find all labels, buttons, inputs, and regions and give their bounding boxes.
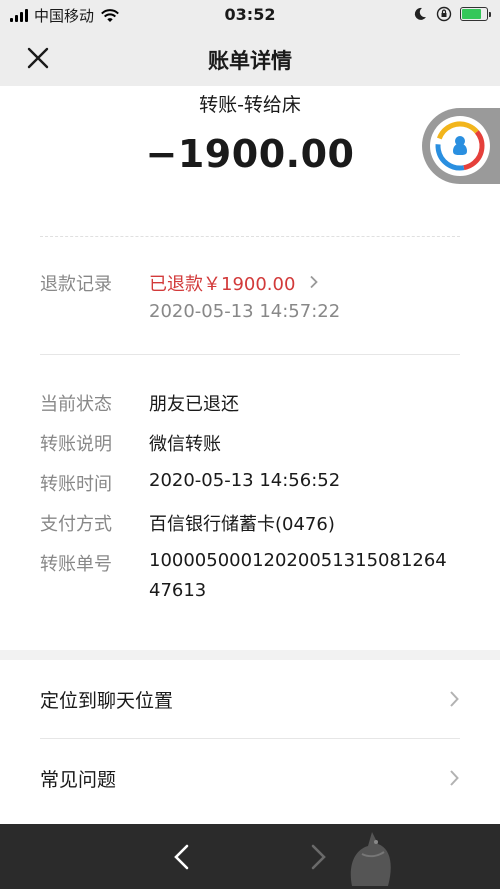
payment-method-value: 百信银行储蓄卡(0476) [149,514,335,535]
forward-arrow-icon[interactable] [306,842,330,872]
remark-value: 微信转账 [149,434,221,455]
back-arrow-icon[interactable] [170,842,194,872]
status-right [412,6,491,22]
nav-bar: 账单详情 [0,30,500,86]
bottom-toolbar [0,824,500,889]
remark-label: 转账说明 [40,434,112,455]
chevron-right-icon [450,691,459,707]
faq-label: 常见问题 [40,769,117,791]
status-bar: 中国移动 03:52 [0,0,500,30]
transaction-id-value-line2: 47613 [149,580,207,601]
floating-window-button[interactable] [422,108,500,184]
transfer-title: 转账-转给床 [199,94,301,116]
faq-button[interactable]: 常见问题 [0,739,500,817]
transaction-id-label: 转账单号 [40,554,112,575]
status-label: 当前状态 [40,394,112,415]
moon-icon [414,7,426,20]
mascot-watermark-icon [350,832,391,886]
rotation-lock-icon [436,6,452,22]
battery-icon [460,7,491,21]
section-gap [0,650,500,660]
chevron-right-icon [450,770,459,786]
refund-label: 退款记录 [40,274,112,295]
dashed-divider [40,236,460,237]
transfer-time-label: 转账时间 [40,474,112,495]
payment-method-label: 支付方式 [40,514,112,535]
status-value: 朋友已退还 [149,394,239,415]
bill-detail-content: 转账-转给床 −1900.00 退款记录 已退款￥1900.00 2020-05… [0,86,500,824]
refund-status-link[interactable]: 已退款￥1900.00 [149,270,295,296]
chevron-right-icon[interactable] [309,275,319,289]
locate-chat-label: 定位到聊天位置 [40,690,174,712]
transaction-id-value: 10000500012020051315081264 [149,550,447,571]
locate-chat-button[interactable]: 定位到聊天位置 [0,660,500,738]
transfer-time-value: 2020-05-13 14:56:52 [149,470,341,491]
qq-logo-icon [430,116,490,176]
refund-time: 2020-05-13 14:57:22 [149,301,341,322]
page-title: 账单详情 [208,49,292,73]
divider [40,354,460,355]
